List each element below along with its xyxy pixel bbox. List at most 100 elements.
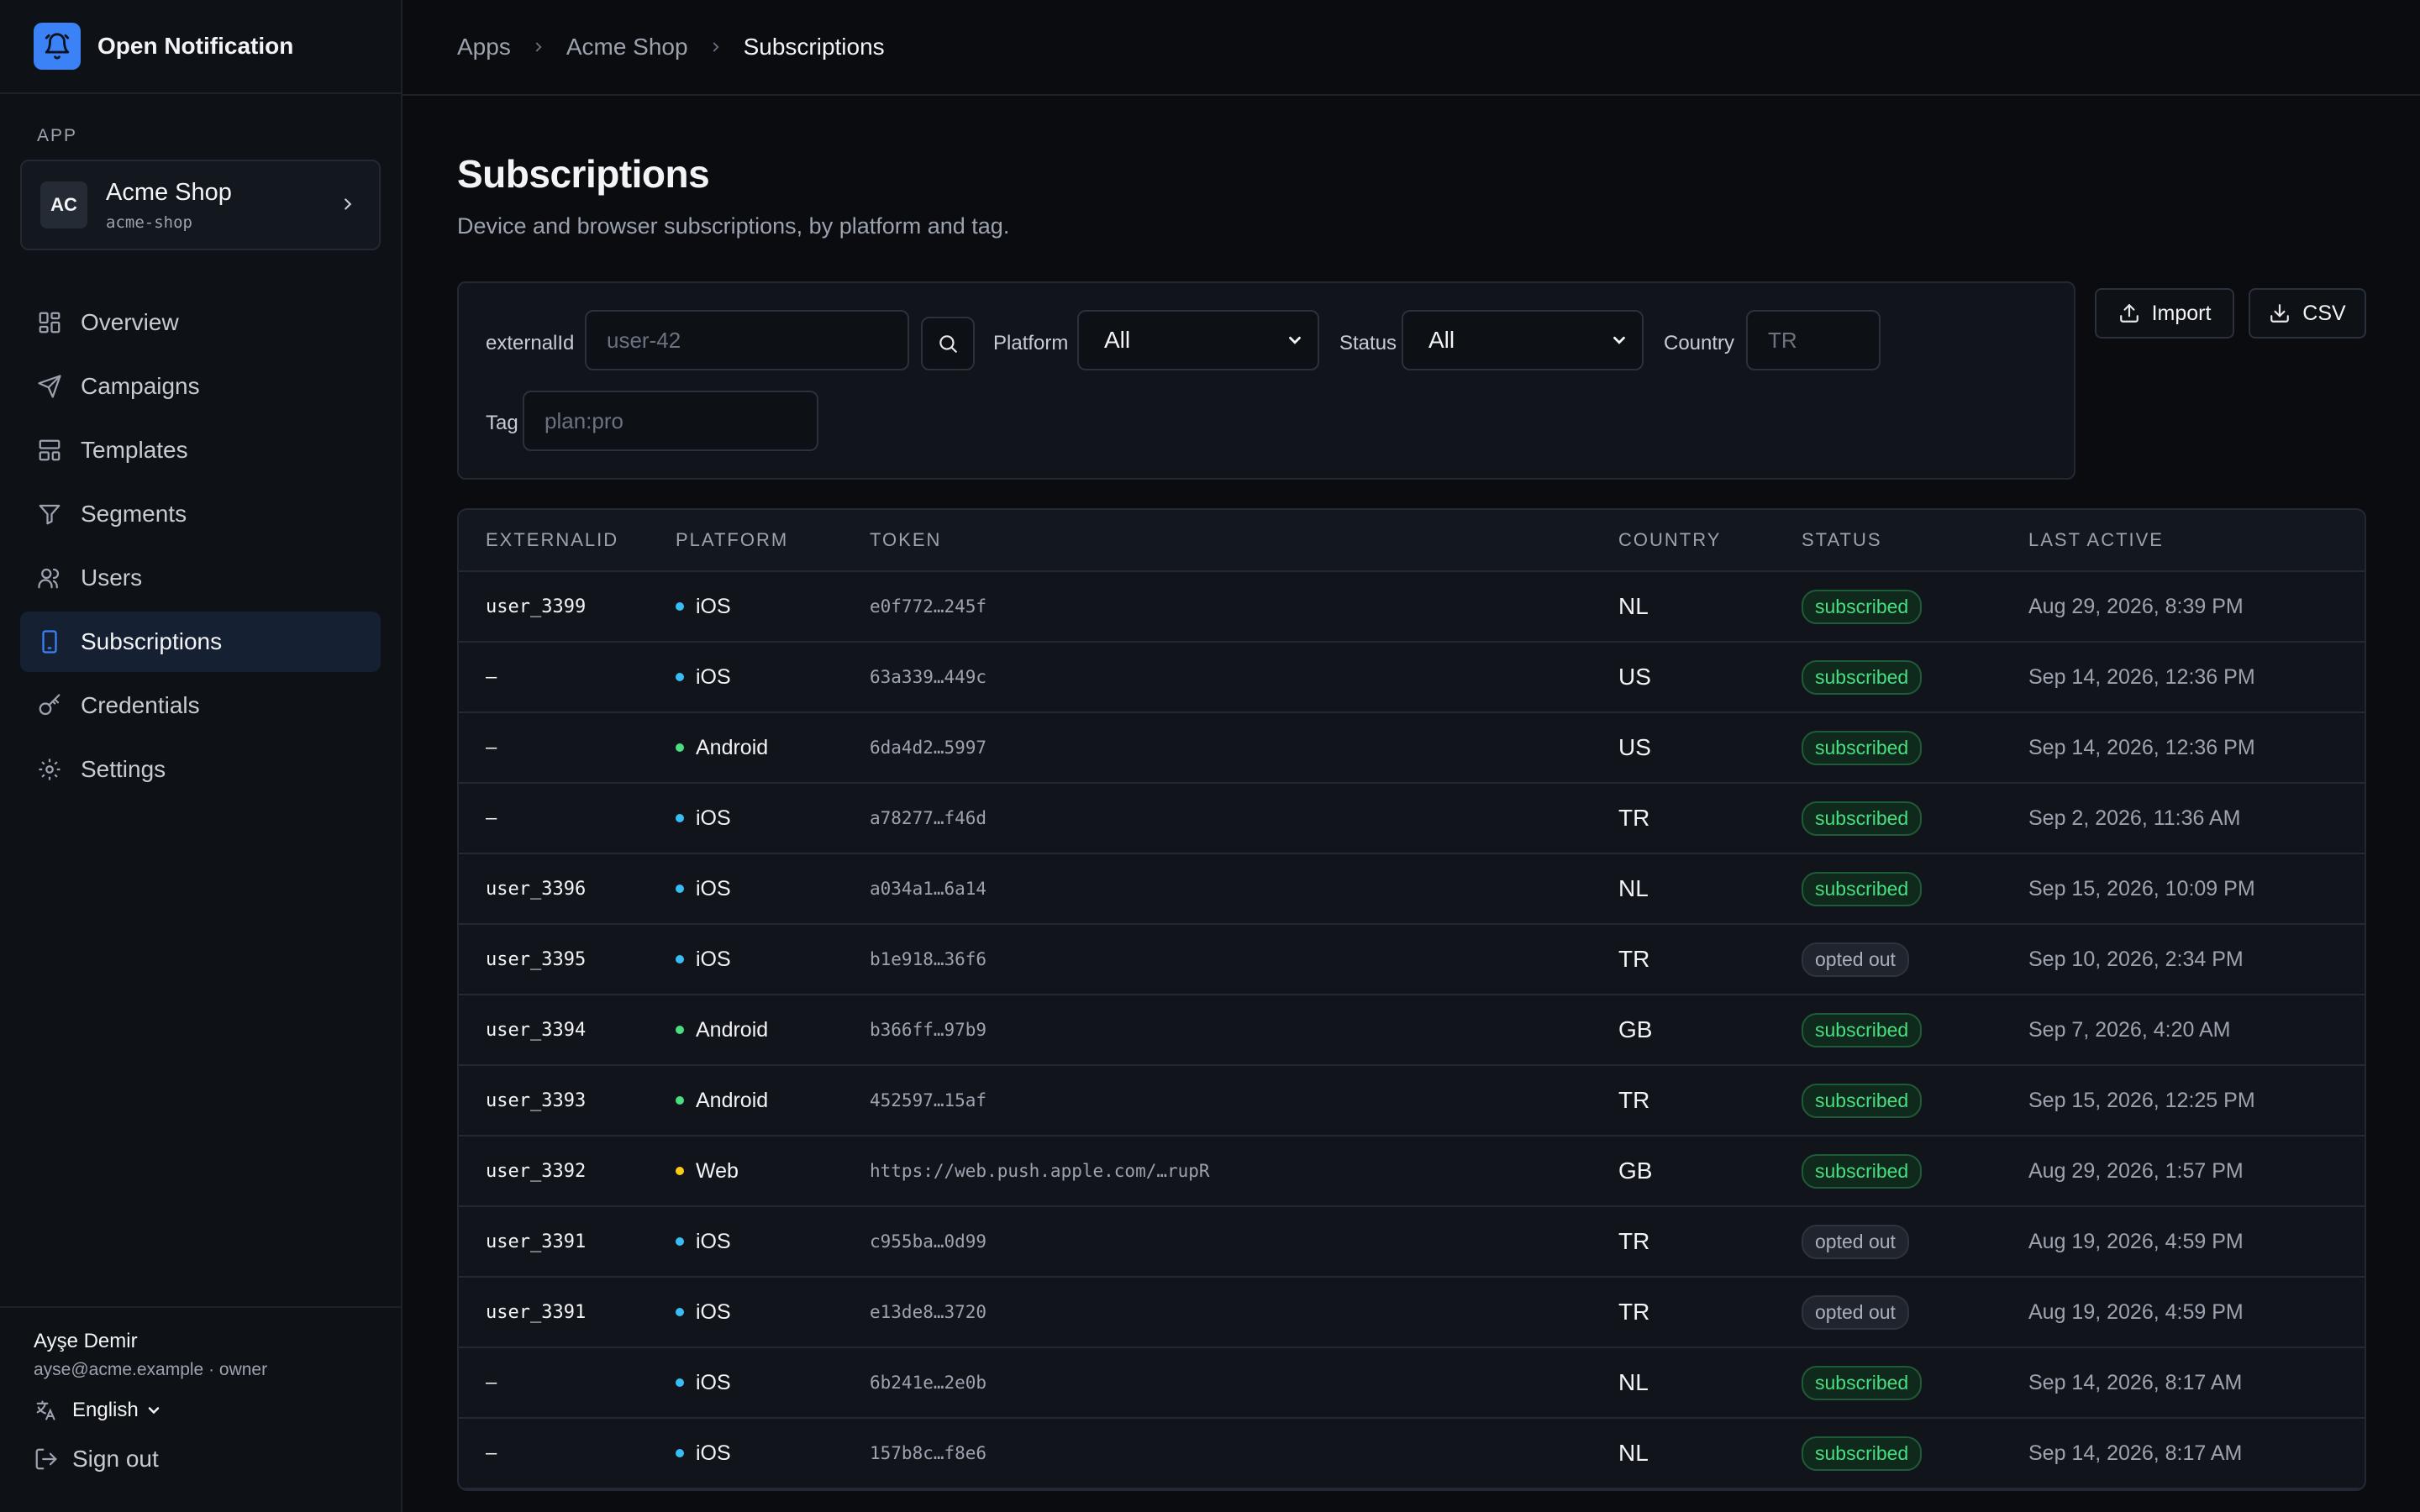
- table-row[interactable]: user_3395 iOS b1e918…36f6 TR opted out Sep 10…: [459, 925, 2365, 995]
- table-row[interactable]: – iOS 157b8c…f8e6 NL subscribed Sep 14, 2026,…: [459, 1419, 2365, 1489]
- sidebar-item-label: Campaigns: [81, 373, 200, 399]
- cell-externalid: –: [486, 666, 497, 688]
- country-label: Country: [1664, 332, 1735, 354]
- language-select[interactable]: English: [34, 1399, 367, 1422]
- logout-icon: [35, 1448, 57, 1470]
- table-row[interactable]: user_3392 Web https://web.push.apple.com/……: [459, 1137, 2365, 1207]
- sidebar-item-label: Settings: [81, 756, 166, 782]
- cell-platform: Android: [676, 1089, 870, 1113]
- external-id-input[interactable]: [585, 310, 909, 370]
- sidebar-item-label: Users: [81, 564, 143, 591]
- sidebar-item-templates[interactable]: Templates: [20, 420, 381, 480]
- brand-name: Open Notification: [97, 33, 294, 59]
- column-header-token[interactable]: TOKEN: [870, 529, 1618, 551]
- table-row[interactable]: user_3396 iOS a034a1…6a14 NL subscribed Sep 1…: [459, 854, 2365, 925]
- language-label: English: [72, 1399, 139, 1421]
- status-badge: opted out: [1802, 1224, 1909, 1259]
- table-row[interactable]: user_3394 Android b366ff…97b9 GB subscribed S…: [459, 995, 2365, 1066]
- table-row[interactable]: – Android 6da4d2…5997 US subscribed Sep 14, 2…: [459, 713, 2365, 784]
- brand[interactable]: Open Notification: [0, 0, 401, 94]
- status-badge: subscribed: [1802, 801, 1923, 836]
- download-icon: [2270, 304, 2290, 323]
- app-section-label: APP: [37, 126, 78, 145]
- cell-last-active: Sep 14, 2026, 12:36 PM: [2028, 664, 2255, 689]
- platform-select-value: All: [1104, 327, 1131, 353]
- breadcrumb-apps[interactable]: Apps: [457, 34, 511, 60]
- platform-label: Platform: [993, 332, 1069, 354]
- sign-out-button[interactable]: Sign out: [34, 1446, 367, 1473]
- app-name: Acme Shop: [106, 178, 232, 206]
- platform-dot: [676, 1449, 684, 1457]
- status-badge: subscribed: [1802, 1012, 1923, 1047]
- table-row[interactable]: user_3391 iOS c955ba…0d99 TR opted out Aug 19…: [459, 1207, 2365, 1278]
- cell-platform: iOS: [676, 1300, 870, 1325]
- cell-token: 452597…15af: [870, 1090, 987, 1110]
- column-header-last-active[interactable]: LAST ACTIVE: [2028, 529, 2365, 551]
- search-button[interactable]: [921, 317, 975, 370]
- grid-icon: [39, 312, 60, 333]
- sidebar-item-segments[interactable]: Segments: [20, 484, 381, 544]
- cell-last-active: Sep 15, 2026, 10:09 PM: [2028, 876, 2255, 900]
- app-slug: acme-shop: [106, 213, 192, 232]
- cell-token: 6da4d2…5997: [870, 738, 987, 758]
- column-header-status[interactable]: STATUS: [1802, 529, 2028, 551]
- table-row[interactable]: user_3393 Android 452597…15af TR subscribed S…: [459, 1066, 2365, 1137]
- tag-input[interactable]: [523, 391, 818, 451]
- table-row[interactable]: – iOS 6b241e…2e0b NL subscribed Sep 14, 2026,…: [459, 1348, 2365, 1419]
- sidebar-item-settings[interactable]: Settings: [20, 739, 381, 800]
- page-subtitle: Device and browser subscriptions, by pla…: [457, 213, 1010, 239]
- table-row[interactable]: user_3399 iOS e0f772…245f NL subscribed Aug 2…: [459, 572, 2365, 643]
- table-row[interactable]: – iOS a78277…f46d TR subscribed Sep 2, 2026, …: [459, 784, 2365, 854]
- column-header-externalid[interactable]: EXTERNALID: [459, 529, 676, 551]
- platform-label: iOS: [696, 1370, 731, 1394]
- cell-last-active: Aug 29, 2026, 1:57 PM: [2028, 1158, 2244, 1183]
- sidebar-item-campaigns[interactable]: Campaigns: [20, 356, 381, 417]
- platform-dot: [676, 885, 684, 893]
- platform-select[interactable]: All: [1077, 310, 1319, 370]
- sidebar-item-label: Subscriptions: [81, 628, 223, 654]
- cell-platform: iOS: [676, 948, 870, 972]
- cell-last-active: Sep 10, 2026, 2:34 PM: [2028, 947, 2244, 971]
- cell-last-active: Aug 19, 2026, 4:59 PM: [2028, 1229, 2244, 1253]
- cell-last-active: Sep 15, 2026, 12:25 PM: [2028, 1088, 2255, 1112]
- platform-label: iOS: [696, 947, 731, 971]
- platform-dot: [676, 1026, 684, 1034]
- sidebar-item-subscriptions[interactable]: Subscriptions: [20, 612, 381, 672]
- app-switcher[interactable]: AC Acme Shop acme-shop: [20, 160, 381, 250]
- platform-dot: [676, 814, 684, 822]
- platform-dot: [676, 955, 684, 963]
- subscriptions-table: EXTERNALID PLATFORM TOKEN COUNTRY STATUS…: [457, 508, 2366, 1491]
- sidebar-item-credentials[interactable]: Credentials: [20, 675, 381, 736]
- status-badge: subscribed: [1802, 659, 1923, 695]
- cell-country: NL: [1618, 1440, 1649, 1466]
- platform-label: Android: [696, 1088, 769, 1112]
- column-header-platform[interactable]: PLATFORM: [676, 529, 870, 551]
- cell-country: GB: [1618, 1016, 1653, 1042]
- cell-country: NL: [1618, 593, 1649, 619]
- table-row[interactable]: user_3391 iOS e13de8…3720 TR opted out Aug 19…: [459, 1278, 2365, 1348]
- sidebar-item-users[interactable]: Users: [20, 548, 381, 608]
- platform-label: iOS: [696, 1229, 731, 1253]
- status-select[interactable]: All: [1402, 310, 1644, 370]
- cell-platform: iOS: [676, 665, 870, 690]
- platform-label: Android: [696, 735, 769, 759]
- column-header-country[interactable]: COUNTRY: [1618, 529, 1802, 551]
- breadcrumb-app[interactable]: Acme Shop: [566, 34, 688, 60]
- platform-dot: [676, 1237, 684, 1246]
- import-button[interactable]: Import: [2095, 288, 2234, 339]
- csv-export-button[interactable]: CSV: [2249, 288, 2366, 339]
- chevron-right-icon: [339, 195, 357, 218]
- sign-out-label: Sign out: [72, 1446, 159, 1472]
- platform-label: iOS: [696, 664, 731, 689]
- table-row[interactable]: – iOS 63a339…449c US subscribed Sep 14, 2026,…: [459, 643, 2365, 713]
- platform-label: iOS: [696, 1299, 731, 1324]
- user-email: ayse@acme.example · owner: [34, 1360, 268, 1379]
- country-input[interactable]: [1746, 310, 1881, 370]
- sidebar-item-label: Credentials: [81, 692, 200, 718]
- sidebar-item-overview[interactable]: Overview: [20, 292, 381, 353]
- sidebar-item-label: Overview: [81, 309, 179, 335]
- cell-country: TR: [1618, 1299, 1650, 1325]
- platform-label: iOS: [696, 806, 731, 830]
- cell-token: b1e918…36f6: [870, 949, 987, 969]
- cell-country: NL: [1618, 1369, 1649, 1395]
